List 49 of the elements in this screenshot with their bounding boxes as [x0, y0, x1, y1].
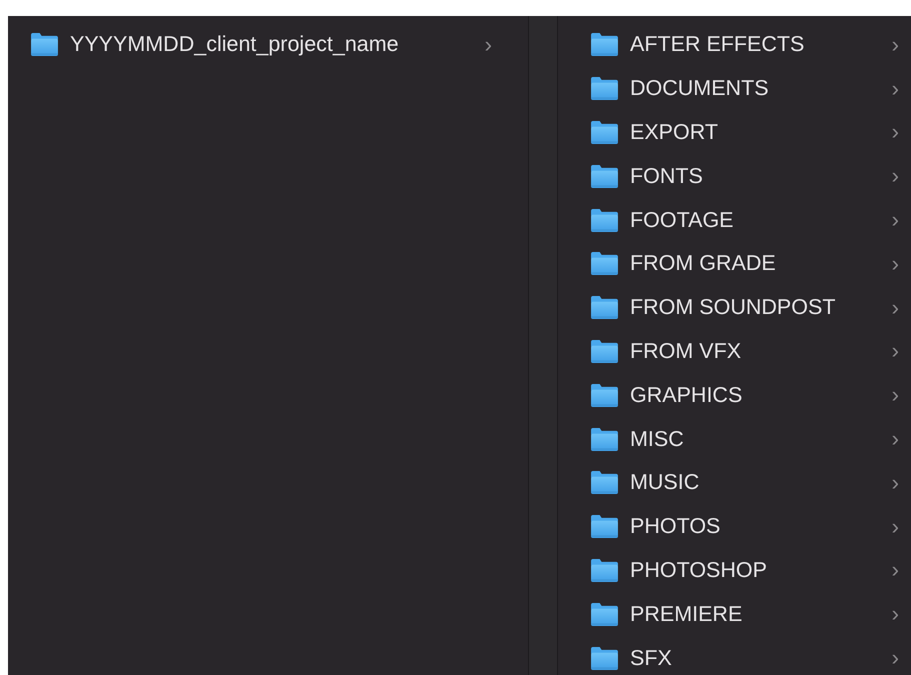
- folder-row[interactable]: FONTS ›: [558, 154, 911, 198]
- folder-icon: [590, 470, 619, 496]
- folder-icon: [590, 382, 619, 408]
- chevron-icon: ›: [892, 250, 899, 277]
- folder-row[interactable]: MUSIC ›: [558, 460, 911, 505]
- folder-icon: [590, 338, 619, 364]
- folder-icon: [590, 251, 619, 276]
- chevron-icon: ›: [892, 645, 899, 672]
- folder-icon: [590, 120, 619, 145]
- chevron-icon: ›: [892, 119, 899, 146]
- chevron-icon: ›: [892, 32, 899, 58]
- chevron-icon: ›: [892, 338, 899, 364]
- folder-row[interactable]: SFX ›: [558, 636, 911, 675]
- chevron-icon: ›: [892, 601, 899, 628]
- folder-icon: [590, 514, 619, 540]
- folder-row[interactable]: DOCUMENTS ›: [558, 66, 911, 111]
- folder-row[interactable]: FROM VFX ›: [558, 330, 911, 374]
- chevron-icon: ›: [892, 294, 899, 321]
- folder-row[interactable]: PHOTOSHOP ›: [558, 548, 911, 592]
- folder-row[interactable]: AFTER EFFECTS ›: [558, 23, 911, 67]
- folder-row[interactable]: FROM GRADE ›: [558, 242, 911, 286]
- column-resize-strip[interactable]: [529, 16, 558, 675]
- chevron-icon: ›: [892, 557, 899, 584]
- chevron-icon: ›: [892, 207, 899, 234]
- folder-icon: [590, 646, 619, 671]
- folder-icon: [590, 295, 619, 320]
- chevron-icon: ›: [892, 470, 899, 496]
- chevron-icon: ›: [892, 514, 899, 540]
- chevron-icon: ›: [484, 32, 492, 58]
- folder-icon: [590, 558, 619, 583]
- folder-icon: [590, 164, 619, 189]
- folder-row[interactable]: MISC ›: [558, 417, 911, 461]
- folder-icon: [590, 32, 619, 58]
- folder-icon: [590, 602, 619, 627]
- folder-row[interactable]: YYYYMMDD_client_project_name ›: [8, 23, 522, 67]
- folder-icon: [590, 76, 619, 102]
- folder-icon: [590, 426, 619, 452]
- folder-row[interactable]: FROM SOUNDPOST ›: [558, 286, 911, 330]
- chevron-icon: ›: [892, 382, 899, 408]
- folder-row[interactable]: EXPORT ›: [558, 110, 911, 154]
- folder-icon: [590, 208, 619, 233]
- chevron-icon: ›: [892, 76, 899, 102]
- folder-row[interactable]: FOOTAGE ›: [558, 198, 911, 242]
- folder-icon: [30, 32, 59, 58]
- folder-row[interactable]: PREMIERE ›: [558, 592, 911, 636]
- chevron-icon: ›: [892, 163, 899, 190]
- chevron-icon: ›: [892, 426, 899, 452]
- folder-row[interactable]: PHOTOS ›: [558, 504, 911, 549]
- folder-row[interactable]: GRAPHICS ›: [558, 373, 911, 418]
